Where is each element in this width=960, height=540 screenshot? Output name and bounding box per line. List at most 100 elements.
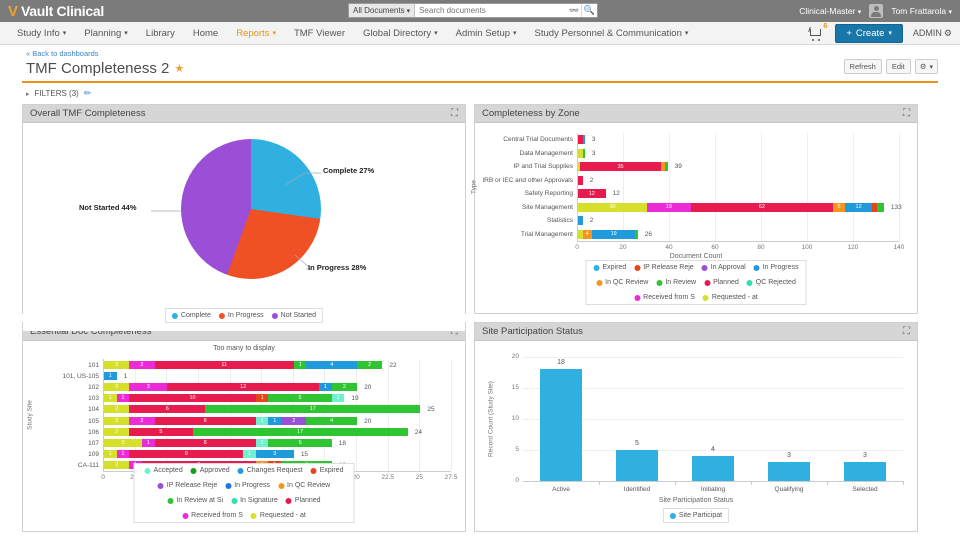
nav-item-planning[interactable]: Planning ▾ — [75, 28, 137, 39]
bar-segment[interactable]: 5 — [268, 439, 332, 447]
bar-segment[interactable]: 2 — [129, 416, 155, 425]
bar-segment[interactable] — [582, 148, 585, 158]
bar-segment[interactable]: 2 — [331, 383, 358, 391]
nav-item-study-personnel[interactable]: Study Personnel & Communication ▾ — [526, 28, 698, 39]
column-bar[interactable] — [616, 450, 658, 481]
bar-row[interactable]: 2 3 12 1 2 — [104, 383, 358, 391]
refresh-button[interactable]: Refresh — [843, 59, 882, 74]
search-input[interactable] — [415, 4, 567, 17]
legend-item[interactable]: In Review — [656, 279, 696, 286]
bar-segment[interactable]: 1 — [141, 439, 155, 447]
nav-item-home[interactable]: Home — [184, 28, 227, 39]
legend-item[interactable]: IP Release Reje — [634, 264, 694, 271]
settings-button[interactable]: ⚙ ▾ — [914, 59, 938, 74]
legend-item[interactable]: In Review at Si — [167, 497, 223, 504]
bar-segment[interactable] — [578, 175, 583, 185]
cart-icon[interactable]: 6 — [808, 23, 827, 41]
legend-item[interactable]: In Progress — [753, 264, 799, 271]
bar-row[interactable]: 4 19 — [578, 229, 638, 239]
bar-segment[interactable]: 2 — [357, 360, 383, 369]
legend-item[interactable]: In Progress — [225, 482, 270, 489]
bar-row[interactable]: 2 2 11 1 4 2 — [104, 360, 383, 369]
pie-chart[interactable] — [181, 139, 321, 279]
bar-segment[interactable]: 62 — [690, 202, 834, 212]
back-to-dashboards-link[interactable]: « Back to dashboards — [26, 49, 934, 58]
global-search[interactable]: All Documents ▾ 👓 🔍 — [348, 3, 598, 18]
user-menu[interactable]: Tom Frattarola ▾ — [891, 6, 952, 16]
bar-segment[interactable]: 4 — [306, 360, 358, 369]
nav-item-tmf-viewer[interactable]: TMF Viewer — [285, 28, 354, 39]
legend-item[interactable]: Expired — [310, 467, 343, 474]
bar-segment[interactable]: 5 — [129, 427, 193, 436]
bar-segment[interactable] — [578, 216, 583, 226]
legend-item[interactable]: In Progress — [218, 312, 264, 319]
bar-row[interactable]: 1 1 10 1 5 1 — [104, 394, 345, 403]
pencil-icon[interactable]: ✏ — [84, 88, 92, 99]
glasses-icon[interactable]: 👓 — [567, 4, 581, 17]
bar-segment[interactable]: 1 — [331, 394, 345, 403]
star-icon[interactable]: ★ — [174, 62, 184, 75]
bar-segment[interactable]: 1 — [104, 394, 117, 403]
legend-item[interactable]: In QC Review — [596, 279, 648, 286]
admin-button[interactable]: ADMIN ⚙ — [913, 28, 952, 39]
bar-segment[interactable]: 3 — [255, 450, 294, 459]
bar-segment[interactable]: 1 — [319, 383, 332, 391]
legend-item[interactable]: Approved — [190, 467, 230, 474]
bar-segment[interactable]: 2 — [104, 360, 130, 369]
legend-item[interactable]: Requested - at — [702, 294, 758, 301]
bar-segment[interactable]: 19 — [591, 229, 636, 239]
legend-item[interactable]: In Signature — [231, 497, 278, 504]
bar-segment[interactable]: 9 — [129, 450, 244, 459]
bar-segment[interactable]: 2 — [104, 383, 130, 391]
legend-item[interactable]: IP Release Reje — [157, 482, 217, 489]
search-scope-dropdown[interactable]: All Documents ▾ — [349, 4, 416, 17]
bar-segment[interactable] — [665, 162, 668, 172]
filters-bar[interactable]: ▸ FILTERS (3) ✏ — [0, 83, 960, 103]
legend-item[interactable]: Not Started — [271, 312, 316, 319]
bar-segment[interactable]: 30 — [578, 202, 647, 212]
bar-segment[interactable]: 10 — [129, 394, 256, 403]
app-logo[interactable]: V Vault Clinical — [8, 3, 104, 19]
bar-segment[interactable]: 11 — [154, 360, 294, 369]
domain-switcher[interactable]: Clinical-Master ▾ — [799, 6, 861, 16]
bar-row[interactable]: 30 19 62 5 12 — [578, 202, 884, 212]
nav-item-admin-setup[interactable]: Admin Setup ▾ — [447, 28, 526, 39]
bar-segment[interactable]: 6 — [129, 405, 206, 414]
bar-segment[interactable]: 2 — [104, 427, 130, 436]
expand-icon[interactable]: ⛶ — [903, 108, 910, 119]
bar-segment[interactable]: 1 — [104, 450, 117, 459]
create-button[interactable]: + Create ▾ — [835, 23, 903, 43]
bar-segment[interactable]: 1 — [255, 416, 269, 425]
nav-item-reports[interactable]: Reports ▾ — [227, 28, 285, 39]
column-bar[interactable] — [844, 462, 886, 481]
bar-row[interactable]: 1 — [104, 371, 117, 380]
legend-item[interactable]: QC Rejected — [746, 279, 796, 286]
bar-row[interactable]: 35 — [578, 162, 668, 172]
bar-row[interactable]: 2281124 — [104, 416, 358, 425]
nav-item-study-info[interactable]: Study Info ▾ — [8, 28, 75, 39]
bar-row[interactable]: 31815 — [104, 439, 332, 447]
legend-item[interactable]: Site Participat — [669, 512, 722, 519]
bar-segment[interactable]: 4 — [306, 416, 358, 425]
expand-icon[interactable]: ⛶ — [903, 326, 910, 337]
search-icon[interactable]: 🔍 — [581, 4, 597, 17]
bar-segment[interactable]: 3 — [129, 383, 168, 391]
legend-item[interactable]: In QC Review — [278, 482, 330, 489]
bar-segment[interactable]: 5 — [833, 202, 845, 212]
column-bar[interactable] — [692, 456, 734, 481]
bar-segment[interactable]: 1 — [104, 371, 117, 380]
bar-segment[interactable]: 8 — [154, 439, 256, 447]
bar-segment[interactable]: 2 — [129, 360, 155, 369]
legend-item[interactable]: Received from S — [634, 294, 695, 301]
bar-segment[interactable]: 4 — [582, 229, 592, 239]
bar-row[interactable]: 2 6 17 — [104, 405, 421, 414]
bar-segment[interactable]: 5 — [268, 394, 332, 403]
bar-segment[interactable]: 1 — [293, 360, 307, 369]
bar-segment[interactable] — [582, 135, 585, 145]
legend-item[interactable]: Changes Request — [237, 467, 303, 474]
legend-item[interactable]: Received from S — [182, 512, 243, 519]
bar-segment[interactable]: 17 — [205, 405, 421, 414]
avatar[interactable] — [869, 4, 884, 18]
bar-segment[interactable]: 1 — [116, 450, 130, 459]
nav-item-global-directory[interactable]: Global Directory ▾ — [354, 28, 447, 39]
